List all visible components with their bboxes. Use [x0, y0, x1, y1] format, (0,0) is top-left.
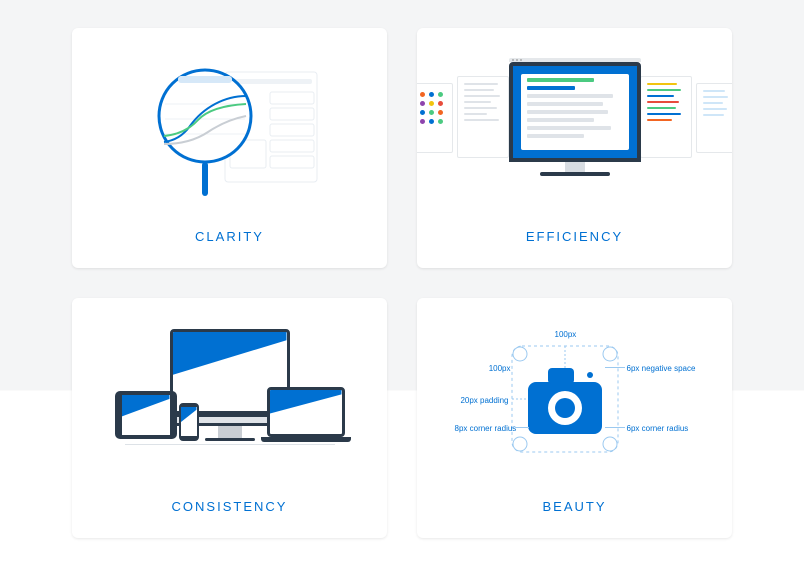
- annotation-corner-outer: 8px corner radius: [455, 424, 513, 433]
- beauty-label: BEAUTY: [542, 499, 606, 514]
- efficiency-card[interactable]: EFFICIENCY: [417, 28, 732, 268]
- consistency-card[interactable]: CONSISTENCY: [72, 298, 387, 538]
- devices-icon: [115, 329, 345, 469]
- camera-spec-icon: [510, 344, 620, 454]
- background-panel-icon: [696, 83, 732, 153]
- clarity-label: CLARITY: [195, 229, 264, 244]
- clarity-card[interactable]: CLARITY: [72, 28, 387, 268]
- consistency-illustration: [72, 298, 387, 499]
- efficiency-label: EFFICIENCY: [526, 229, 623, 244]
- annotation-height: 100px: [481, 364, 511, 373]
- clarity-illustration: [72, 28, 387, 229]
- annotation-padding: 20px padding: [455, 396, 509, 405]
- annotation-width: 100px: [555, 330, 577, 339]
- consistency-label: CONSISTENCY: [172, 499, 288, 514]
- annotation-negative-space: 6px negative space: [627, 364, 696, 373]
- principles-grid: CLARITY: [72, 28, 732, 538]
- efficiency-illustration: [417, 28, 732, 229]
- background-panel-icon: [457, 76, 509, 158]
- magnifier-chart-icon: [130, 54, 330, 204]
- monitor-icon: [509, 58, 641, 176]
- background-panel-icon: [417, 83, 453, 153]
- annotation-corner-inner: 6px corner radius: [627, 424, 689, 433]
- beauty-illustration: 100px 100px 20px padding 8px corner radi…: [417, 298, 732, 499]
- background-panel-icon: [640, 76, 692, 158]
- beauty-card[interactable]: 100px 100px 20px padding 8px corner radi…: [417, 298, 732, 538]
